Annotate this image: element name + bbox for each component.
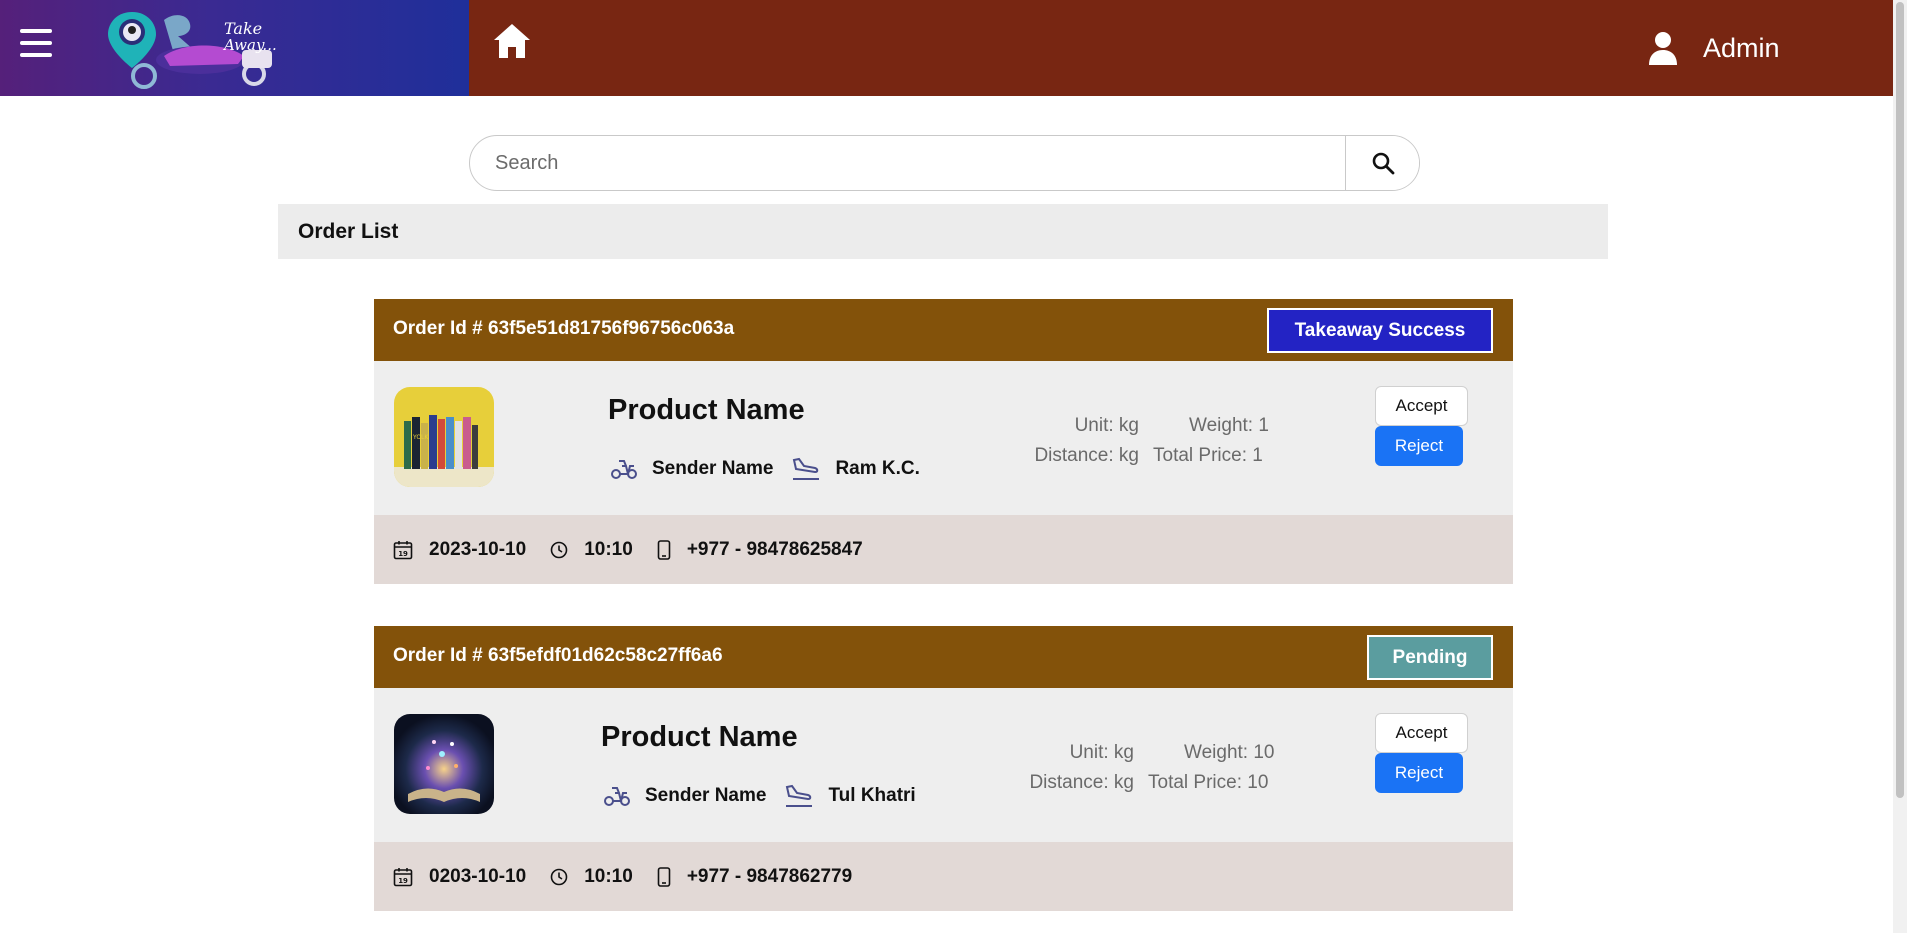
product-thumbnail (394, 714, 494, 814)
unit-label: Unit: kg (1074, 415, 1139, 436)
user-icon[interactable] (1648, 31, 1678, 65)
total-price-label: Total Price: 1 (1153, 445, 1263, 466)
distance-label: Distance: kg (1029, 772, 1134, 793)
order-card-body: Product Name Sender Name Tul Khatri Unit… (374, 688, 1513, 842)
order-details: Unit: kg Weight: 1 Distance: kg Total Pr… (1028, 411, 1269, 471)
unit-label: Unit: kg (1069, 742, 1134, 763)
product-thumbnail: YOLK (394, 387, 494, 487)
order-details: Unit: kg Weight: 10 Distance: kg Total P… (1023, 738, 1274, 798)
total-price-label: Total Price: 10 (1148, 772, 1269, 793)
order-card-header: Order Id # 63f5e51d81756f96756c063a Take… (374, 299, 1513, 361)
order-card-footer: 19 2023-10-10 10:10 +977 - 98478625847 (374, 515, 1513, 584)
sender-name: Sender Name (652, 458, 774, 479)
phone-icon (657, 866, 671, 887)
calendar-icon: 19 (393, 867, 413, 887)
clock-icon (550, 541, 568, 559)
scooter-icon (603, 785, 631, 807)
logo-text-2: Away... (222, 36, 277, 54)
order-card-body: YOLK Product Name Sender Name Ram K.C. U… (374, 361, 1513, 515)
order-card-header: Order Id # 63f5efdf01d62c58c27ff6a6 Pend… (374, 626, 1513, 688)
search-bar (469, 135, 1420, 191)
top-navbar: Take Away... Admin (0, 0, 1893, 96)
order-card: Order Id # 63f5efdf01d62c58c27ff6a6 Pend… (374, 626, 1513, 911)
product-name: Product Name (601, 721, 798, 753)
receiver-name: Tul Khatri (828, 785, 916, 806)
reject-button[interactable]: Reject (1375, 753, 1463, 793)
svg-text:19: 19 (398, 877, 408, 885)
order-card-footer: 19 0203-10-10 10:10 +977 - 9847862779 (374, 842, 1513, 911)
status-badge: Pending (1367, 635, 1493, 680)
order-date: 0203-10-10 (429, 865, 527, 887)
phone-icon (657, 539, 671, 560)
svg-text:19: 19 (398, 550, 408, 558)
accept-button[interactable]: Accept (1375, 386, 1468, 426)
plane-landing-icon (784, 783, 814, 809)
product-name: Product Name (608, 394, 805, 426)
admin-label[interactable]: Admin (1703, 33, 1780, 64)
reject-button[interactable]: Reject (1375, 426, 1463, 466)
plane-landing-icon (791, 456, 821, 482)
brand-panel: Take Away... (0, 0, 469, 96)
order-time: 10:10 (584, 865, 633, 887)
order-list-heading: Order List (278, 204, 1608, 259)
contact-phone: +977 - 9847862779 (686, 865, 853, 887)
home-icon[interactable] (492, 22, 532, 60)
svg-text:YOLK: YOLK (412, 434, 429, 441)
clock-icon (550, 868, 568, 886)
accept-button[interactable]: Accept (1375, 713, 1468, 753)
scrollbar-thumb[interactable] (1896, 2, 1904, 798)
distance-label: Distance: kg (1034, 445, 1139, 466)
order-card: Order Id # 63f5e51d81756f96756c063a Take… (374, 299, 1513, 584)
search-button[interactable] (1345, 136, 1419, 190)
calendar-icon: 19 (393, 540, 413, 560)
menu-icon[interactable] (20, 29, 52, 57)
search-input[interactable] (470, 136, 1345, 190)
weight-label: Weight: 10 (1184, 742, 1275, 763)
order-id: Order Id # 63f5efdf01d62c58c27ff6a6 (393, 645, 723, 666)
takeaway-logo[interactable]: Take Away... (104, 6, 286, 90)
order-id: Order Id # 63f5e51d81756f96756c063a (393, 318, 735, 339)
order-list-title: Order List (298, 220, 399, 243)
order-date: 2023-10-10 (429, 538, 527, 560)
search-icon (1372, 152, 1394, 175)
scooter-icon (610, 458, 638, 480)
weight-label: Weight: 1 (1189, 415, 1269, 436)
status-badge: Takeaway Success (1267, 308, 1493, 353)
page-scrollbar[interactable] (1893, 0, 1907, 933)
route-info: Sender Name Ram K.C. (610, 456, 920, 482)
contact-phone: +977 - 98478625847 (686, 538, 863, 560)
order-time: 10:10 (584, 538, 633, 560)
receiver-name: Ram K.C. (835, 458, 920, 479)
route-info: Sender Name Tul Khatri (603, 783, 916, 809)
sender-name: Sender Name (645, 785, 767, 806)
